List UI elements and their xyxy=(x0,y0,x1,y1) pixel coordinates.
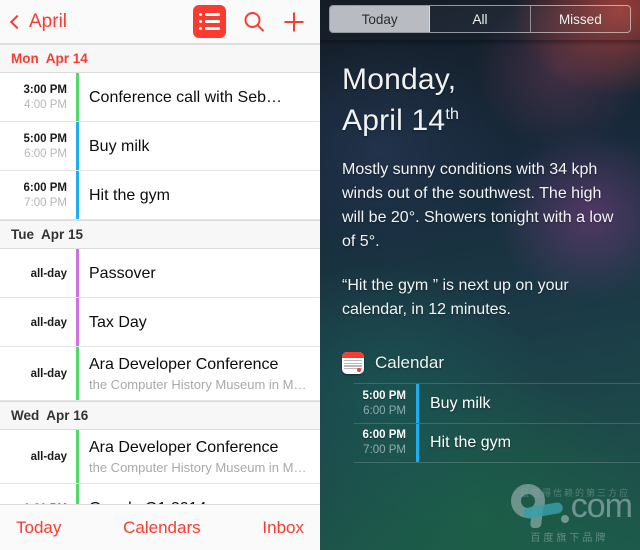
event-title: Conference call with Seb… xyxy=(89,89,282,106)
event-start-time: 5:00 PM xyxy=(23,133,67,145)
segment-today[interactable]: Today xyxy=(330,6,431,32)
calendar-event-row[interactable]: all-day Ara Developer Conference the Compu… xyxy=(0,430,320,484)
event-location: the Computer History Museum in M… xyxy=(89,377,307,392)
notification-event-row[interactable]: 5:00 PM 6:00 PM Buy milk xyxy=(354,383,640,423)
date-weekday-line: Monday, xyxy=(342,63,457,96)
segmented-control-shadow xyxy=(320,40,640,46)
event-body: Buy milk xyxy=(79,122,320,170)
notification-event-title: Buy milk xyxy=(430,394,491,412)
calendar-event-row[interactable]: 3:00 PM 4:00 PM Conference call with Seb… xyxy=(0,73,320,122)
calendar-event-row[interactable]: 1:30 PMGoogle Q1 2014 xyxy=(0,484,320,504)
event-time: 3:00 PM 4:00 PM xyxy=(0,73,76,121)
calendar-widget-header: Calendar xyxy=(342,352,444,374)
segment-missed[interactable]: Missed xyxy=(530,6,630,32)
event-time: all-day xyxy=(0,249,76,297)
calendar-event-row[interactable]: all-day Ara Developer Conference the Compu… xyxy=(0,347,320,401)
notification-event-row[interactable]: 6:00 PM 7:00 PM Hit the gym xyxy=(354,423,640,463)
day-weekday: Mon xyxy=(11,51,39,66)
plus-icon[interactable] xyxy=(282,10,306,34)
notification-event-start-time: 6:00 PM xyxy=(362,429,406,441)
notification-event-end-time: 7:00 PM xyxy=(363,444,406,456)
calendar-widget-title: Calendar xyxy=(375,353,444,372)
notification-event-end-time: 6:00 PM xyxy=(363,404,406,417)
event-title: Buy milk xyxy=(89,138,150,155)
navbar-actions xyxy=(193,5,306,38)
event-start-time: all-day xyxy=(30,316,67,329)
calendar-event-row[interactable]: all-day Tax Day xyxy=(0,298,320,347)
event-start-time: 3:00 PM xyxy=(23,84,67,96)
event-title: Ara Developer Conference xyxy=(89,439,279,456)
event-body: Hit the gym xyxy=(79,171,320,219)
calendar-event-row[interactable]: 5:00 PM 6:00 PM Buy milk xyxy=(0,122,320,171)
search-icon[interactable] xyxy=(242,10,266,34)
event-time: 6:00 PM 7:00 PM xyxy=(0,171,76,219)
tab-today[interactable]: Today xyxy=(16,518,61,538)
day-date: Apr 14 xyxy=(45,51,88,66)
notification-event-start-time: 5:00 PM xyxy=(362,389,406,402)
day-date: Apr 16 xyxy=(46,408,89,423)
tab-inbox[interactable]: Inbox xyxy=(262,518,304,538)
calendar-navbar: April xyxy=(0,0,320,44)
back-to-april-button[interactable]: April xyxy=(9,10,68,33)
event-time: all-day xyxy=(0,430,76,483)
date-ordinal-suffix: th xyxy=(445,106,460,123)
chevron-left-icon xyxy=(9,14,25,29)
screenshot-root: April Mon Apr 14 3:00 PM 4:00 PM Confere… xyxy=(0,0,640,550)
watermark-tagline: 百度旗下品牌 xyxy=(530,533,609,544)
event-end-time: 4:00 PM xyxy=(24,99,67,111)
event-time: 1:30 PM xyxy=(0,484,76,505)
event-end-time: 7:00 PM xyxy=(24,197,67,209)
event-title: Ara Developer Conference xyxy=(89,356,279,373)
event-body: Google Q1 2014 xyxy=(79,484,320,504)
tab-calendars[interactable]: Calendars xyxy=(123,518,201,538)
notification-segmented-control: Today All Missed xyxy=(329,5,631,33)
calendar-event-list[interactable]: Mon Apr 14 3:00 PM 4:00 PM Conference call w… xyxy=(0,44,320,504)
notification-event-time: 5:00 PM 6:00 PM xyxy=(354,384,416,423)
event-body: Conference call with Seb… xyxy=(79,73,320,121)
day-weekday: Wed xyxy=(11,408,40,423)
event-end-time: 6:00 PM xyxy=(24,148,67,160)
event-time: 5:00 PM 6:00 PM xyxy=(0,122,76,170)
watermark-dot xyxy=(560,515,569,523)
day-weekday: Tue xyxy=(11,227,34,242)
event-time: all-day xyxy=(0,298,76,346)
notification-event-title: Hit the gym xyxy=(430,434,511,451)
calendar-event-row[interactable]: 6:00 PM 7:00 PM Hit the gym xyxy=(0,171,320,220)
day-header: Mon Apr 14 xyxy=(0,44,320,73)
event-title: Tax Day xyxy=(89,314,147,331)
event-body: Tax Day xyxy=(79,298,320,346)
event-time: all-day xyxy=(0,347,76,400)
event-start-time: all-day xyxy=(30,267,67,280)
segment-all[interactable]: All xyxy=(430,6,531,32)
notification-calendar-events[interactable]: 5:00 PM 6:00 PM Buy milk 6:00 PM 7:00 PM Hit … xyxy=(354,383,640,463)
notification-center-panel: Today All Missed Monday, April 14th Most… xyxy=(320,0,640,550)
next-event-summary-text: “Hit the gym ” is next up on your calend… xyxy=(342,277,569,318)
date-month-day-line: April 14th xyxy=(342,97,618,138)
event-body: Ara Developer Conference the Computer His… xyxy=(79,430,320,483)
calendar-tabbar: Today Calendars Inbox xyxy=(0,504,320,550)
list-view-icon[interactable] xyxy=(193,5,226,38)
calendar-app-panel: April Mon Apr 14 3:00 PM 4:00 PM Confere… xyxy=(0,0,320,550)
event-start-time: all-day xyxy=(30,451,67,463)
event-title: Passover xyxy=(89,265,156,282)
notification-today-content: Monday, April 14th Mostly sunny conditio… xyxy=(320,0,640,550)
day-date: Apr 15 xyxy=(41,227,84,242)
day-header: Tue Apr 15 xyxy=(0,220,320,249)
event-location: the Computer History Museum in M… xyxy=(89,460,307,475)
event-body: Ara Developer Conference the Computer His… xyxy=(79,347,320,400)
event-title: Hit the gym xyxy=(89,187,170,204)
date-month-day: April 14 xyxy=(342,104,446,137)
today-date-heading: Monday, April 14th xyxy=(342,62,618,138)
calendar-app-icon xyxy=(342,352,364,374)
event-start-time: 6:00 PM xyxy=(23,182,67,194)
watermark-nine-glyph xyxy=(507,484,564,528)
back-button-label: April xyxy=(29,10,68,32)
day-header: Wed Apr 16 xyxy=(0,401,320,430)
notification-event-time: 6:00 PM 7:00 PM xyxy=(354,424,416,462)
event-start-time: all-day xyxy=(30,368,67,380)
event-body: Passover xyxy=(79,249,320,297)
calendar-event-row[interactable]: all-day Passover xyxy=(0,249,320,298)
watermark: 最值得信赖的第三方应 com 百度旗下品牌 xyxy=(507,484,633,544)
weather-summary-text: Mostly sunny conditions with 34 kph wind… xyxy=(342,161,614,250)
